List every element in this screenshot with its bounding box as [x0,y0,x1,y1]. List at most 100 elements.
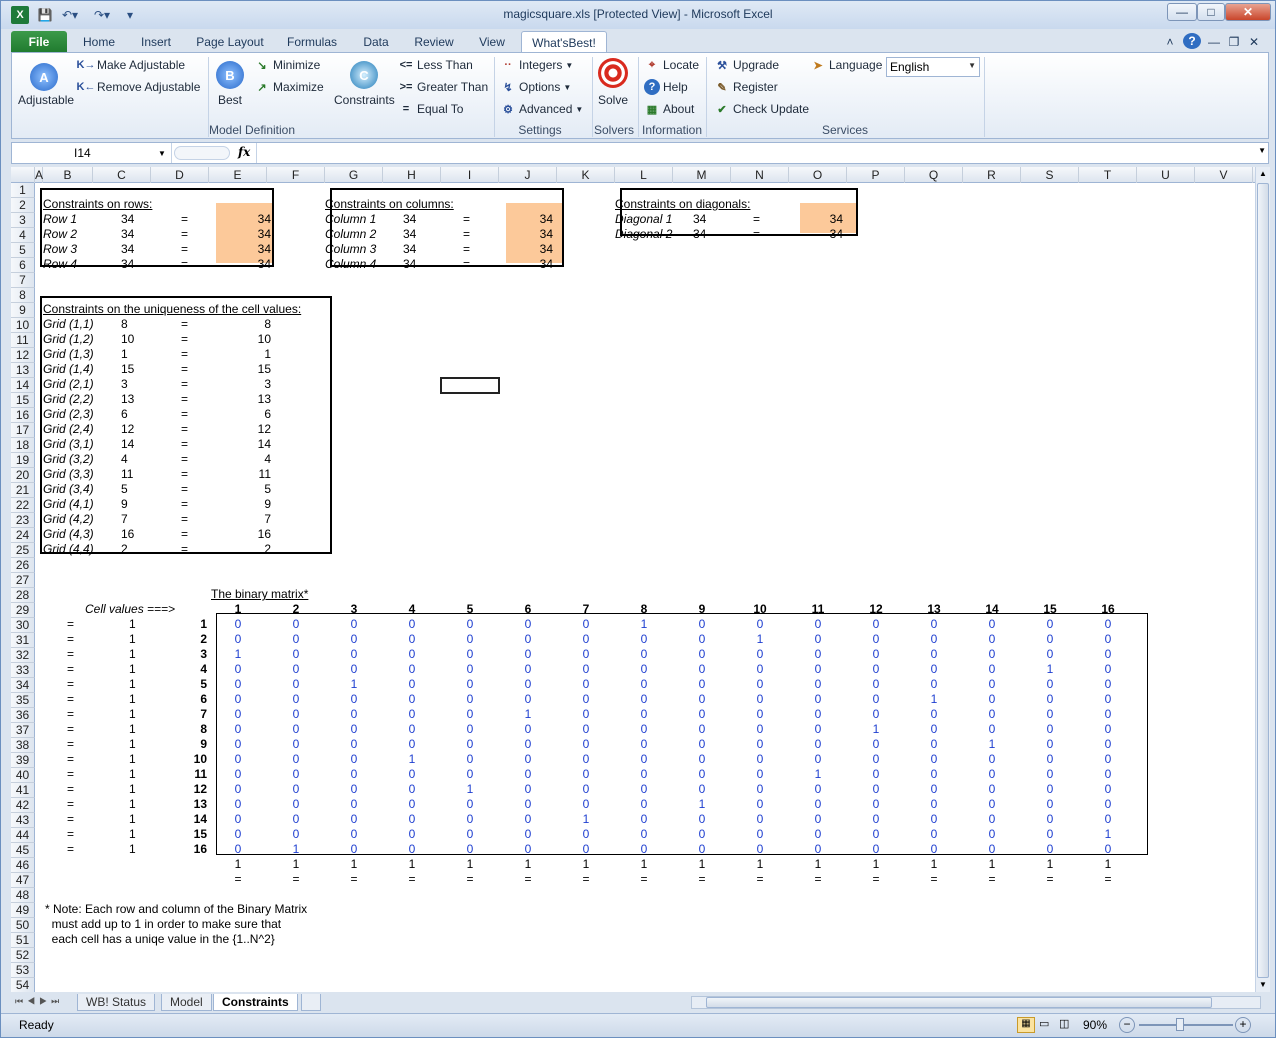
row-header-26[interactable]: 26 [11,558,35,573]
row-header-52[interactable]: 52 [11,948,35,963]
binary-cell[interactable]: 0 [271,692,321,707]
column-header-G[interactable]: G [325,167,383,183]
row-header-17[interactable]: 17 [11,423,35,438]
binary-cell[interactable]: 0 [967,767,1017,782]
unique-value[interactable]: 1 [121,347,128,362]
zoom-slider-thumb[interactable] [1176,1018,1184,1031]
binary-cell[interactable]: 0 [1083,842,1133,857]
column-header-R[interactable]: R [963,167,1021,183]
page-break-view-icon[interactable]: ◫ [1059,1017,1075,1033]
sheet-tab-model[interactable]: Model [161,994,212,1011]
binary-cell[interactable]: 0 [677,647,727,662]
binary-cell[interactable]: 0 [677,722,727,737]
unique-eq[interactable]: = [181,527,188,542]
binary-col-header[interactable]: 9 [677,602,727,617]
cols_block-value[interactable]: 34 [403,212,416,227]
binary-col-header[interactable]: 7 [561,602,611,617]
binary-cell[interactable]: 0 [503,842,553,857]
binary-cell[interactable]: 0 [1083,782,1133,797]
make-adjustable-button[interactable]: K→ Make Adjustable [77,57,186,73]
binary-cell[interactable]: 0 [851,632,901,647]
binary-cell[interactable]: 0 [271,662,321,677]
cols_block-value[interactable]: 34 [403,257,416,272]
binary-cell[interactable]: 0 [387,707,437,722]
binary-cell[interactable]: 0 [329,827,379,842]
binary-cell[interactable]: 0 [1083,692,1133,707]
binary-col-eq[interactable]: = [909,872,959,887]
binary-cell[interactable]: 0 [329,752,379,767]
binary-cell[interactable]: 0 [909,752,959,767]
constraints-button[interactable]: Constraints [334,93,395,107]
binary-cell[interactable]: 1 [967,737,1017,752]
row-header-14[interactable]: 14 [11,378,35,393]
binary-cell[interactable]: 0 [561,692,611,707]
binary-row-eq[interactable]: = [67,632,74,647]
tab-insert[interactable]: Insert [131,31,181,53]
row-header-18[interactable]: 18 [11,438,35,453]
row-header-8[interactable]: 8 [11,288,35,303]
binary-cell[interactable]: 0 [1083,722,1133,737]
column-header-K[interactable]: K [557,167,615,183]
unique-label[interactable]: Grid (4,1) [43,497,94,512]
vertical-scroll-thumb[interactable] [1257,183,1269,978]
unique-rhs[interactable]: 15 [217,362,271,377]
binary-cell[interactable]: 0 [967,782,1017,797]
row-header-23[interactable]: 23 [11,513,35,528]
binary-cell[interactable]: 0 [967,722,1017,737]
column-header-O[interactable]: O [789,167,847,183]
row-header-36[interactable]: 36 [11,708,35,723]
rows_block-rhs[interactable]: 34 [217,227,271,242]
rows_block-eq[interactable]: = [181,257,188,272]
binary-col-sum[interactable]: 1 [1083,857,1133,872]
row-header-33[interactable]: 33 [11,663,35,678]
rows_block-eq[interactable]: = [181,242,188,257]
binary-cell[interactable]: 0 [445,647,495,662]
binary-row-rhs[interactable]: 1 [129,767,136,782]
insert-sheet-tab[interactable] [301,994,321,1011]
diag_block-title[interactable]: Constraints on diagonals: [615,197,750,212]
binary-col-header[interactable]: 13 [909,602,959,617]
binary-cell[interactable]: 0 [271,632,321,647]
rows_block-eq[interactable]: = [181,212,188,227]
unique-eq[interactable]: = [181,347,188,362]
binary-cell[interactable]: 0 [445,692,495,707]
binary-col-header[interactable]: 12 [851,602,901,617]
rows_block-value[interactable]: 34 [121,212,134,227]
binary-cell[interactable]: 0 [1083,812,1133,827]
binary-cell[interactable]: 0 [561,707,611,722]
binary-cell[interactable]: 0 [967,812,1017,827]
binary-col-header[interactable]: 11 [793,602,843,617]
binary-col-header[interactable]: 1 [213,602,263,617]
equal-to-button[interactable]: = Equal To [398,101,464,117]
expand-formula-bar-icon[interactable]: ▼ [1258,146,1266,155]
binary-cell[interactable]: 0 [387,767,437,782]
binary-col-header[interactable]: 4 [387,602,437,617]
unique-label[interactable]: Grid (2,2) [43,392,94,407]
binary-cell[interactable]: 0 [851,827,901,842]
binary-cell[interactable]: 0 [213,752,263,767]
binary-col-eq[interactable]: = [561,872,611,887]
column-header-D[interactable]: D [151,167,209,183]
unique-rhs[interactable]: 13 [217,392,271,407]
binary-cell[interactable]: 0 [329,692,379,707]
diag_block-label[interactable]: Diagonal 2 [615,227,672,242]
row-header-34[interactable]: 34 [11,678,35,693]
binary-cell[interactable]: 0 [793,692,843,707]
unique-rhs[interactable]: 2 [217,542,271,557]
binary-cell[interactable]: 0 [387,617,437,632]
zoom-in-icon[interactable]: + [1235,1017,1251,1033]
binary-cell[interactable]: 0 [793,737,843,752]
binary-cell[interactable]: 0 [909,647,959,662]
binary-cell[interactable]: 0 [851,662,901,677]
unique-value[interactable]: 16 [121,527,134,542]
binary-cell[interactable]: 0 [909,812,959,827]
binary-row-label[interactable]: 6 [171,692,207,707]
binary-cell[interactable]: 0 [793,797,843,812]
binary-cell[interactable]: 0 [909,737,959,752]
binary-cell[interactable]: 1 [619,617,669,632]
unique-label[interactable]: Grid (3,2) [43,452,94,467]
binary-cell[interactable]: 0 [213,797,263,812]
binary-row-eq[interactable]: = [67,812,74,827]
binary-cell[interactable]: 0 [445,812,495,827]
row-header-20[interactable]: 20 [11,468,35,483]
